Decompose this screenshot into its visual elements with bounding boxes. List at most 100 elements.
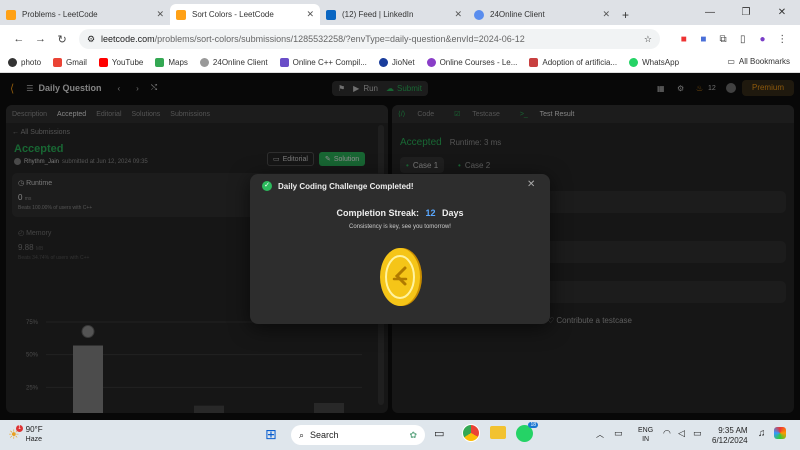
reload-icon[interactable]: ↻	[51, 33, 73, 46]
close-icon[interactable]: ✕	[454, 9, 462, 20]
address-bar[interactable]: ⚙ leetcode.com/problems/sort-colors/subm…	[78, 29, 660, 49]
extension-icon[interactable]: ■	[674, 34, 694, 45]
sun-haze-icon: ☀ 1	[8, 425, 23, 443]
chevron-up-icon[interactable]: ︿	[596, 429, 604, 440]
tab-title: (12) Feed | LinkedIn	[342, 10, 414, 19]
close-icon[interactable]: ✕	[156, 9, 164, 20]
copilot-icon[interactable]	[774, 427, 786, 439]
streak-unit: Days	[442, 208, 464, 218]
check-circle-icon: ✓	[262, 181, 272, 191]
volume-icon[interactable]: ◁	[678, 428, 685, 439]
article-icon	[529, 58, 539, 67]
taskbar-search[interactable]: ⌕ Search ✿	[291, 425, 425, 445]
bookmark-label: Maps	[168, 58, 188, 67]
browser-tab-linkedin[interactable]: (12) Feed | LinkedIn ✕	[320, 4, 468, 25]
chrome-taskbar-icon[interactable]	[462, 424, 480, 442]
new-tab-button[interactable]: +	[616, 4, 636, 25]
github-icon	[8, 58, 17, 67]
network-icon[interactable]: ▭	[614, 428, 623, 439]
bookmark-label: 24Online Client	[212, 58, 268, 67]
side-panel-icon[interactable]: ▯	[733, 34, 753, 45]
modal-message: Consistency is key, see you tomorrow!	[349, 224, 451, 230]
menu-dots-icon[interactable]: ⋮	[772, 34, 792, 45]
linkedin-favicon-icon	[326, 9, 336, 20]
back-icon[interactable]: ←	[8, 33, 30, 45]
close-icon[interactable]: ✕	[306, 9, 314, 20]
file-explorer-icon[interactable]	[490, 426, 506, 439]
close-window-icon[interactable]: ✕	[764, 7, 800, 18]
language-indicator[interactable]: ENG IN	[638, 426, 653, 444]
bookmark-jionet[interactable]: JioNet	[378, 58, 415, 67]
forward-icon[interactable]: →	[30, 33, 52, 45]
bookmarks-bar: photo Gmail YouTube Maps 24Online Client…	[0, 53, 800, 73]
bookmark-24online[interactable]: 24Online Client	[199, 58, 268, 67]
bookmark-youtube[interactable]: YouTube	[98, 58, 144, 67]
browser-toolbar: ← → ↻ ⚙ leetcode.com/problems/sort-color…	[0, 25, 800, 53]
browser-tab-sort-colors[interactable]: Sort Colors - LeetCode ✕	[170, 4, 320, 25]
streak-value: 12	[425, 208, 436, 218]
leetcode-favicon-icon	[176, 9, 186, 20]
windows-taskbar: ☀ 1 90°F Haze ⊞ ⌕ Search ✿ ▭ 18 ︿ ▭ ENG I…	[0, 420, 800, 450]
whatsapp-taskbar-icon[interactable]: 18	[516, 422, 538, 442]
modal-title: Daily Coding Challenge Completed!	[278, 181, 414, 191]
bookmark-photo[interactable]: photo	[8, 58, 41, 67]
maps-pin-icon	[155, 58, 165, 67]
modal-header: ✓ Daily Coding Challenge Completed!	[262, 181, 414, 191]
minimize-icon[interactable]: —	[692, 7, 728, 18]
bookmark-cpp-compiler[interactable]: Online C++ Compil...	[279, 58, 367, 67]
clock[interactable]: 9:35 AM 6/12/2024	[712, 426, 748, 446]
windows-start-icon[interactable]: ⊞	[265, 426, 277, 443]
bookmark-label: photo	[21, 58, 42, 67]
all-bookmarks[interactable]: ▭ All Bookmarks	[727, 57, 790, 66]
extension-icon[interactable]: ■	[694, 34, 714, 45]
weather-widget[interactable]: ☀ 1 90°F Haze	[8, 425, 43, 445]
weather-desc: Haze	[25, 436, 42, 443]
bookmark-whatsapp[interactable]: WhatsApp	[629, 58, 679, 67]
tab-title: Problems - LeetCode	[22, 10, 98, 19]
task-view-icon[interactable]: ▭	[434, 427, 444, 440]
bookmark-maps[interactable]: Maps	[155, 58, 188, 67]
url-path: /problems/sort-colors/submissions/128553…	[154, 34, 525, 44]
search-icon: ⌕	[299, 429, 305, 440]
bookmark-label: Gmail	[66, 58, 87, 67]
close-icon[interactable]: ✕	[602, 9, 610, 20]
tab-title: Sort Colors - LeetCode	[192, 10, 274, 19]
wifi-icon[interactable]: ◠	[663, 428, 671, 439]
clock-time: 9:35 AM	[718, 426, 748, 435]
courses-icon	[426, 58, 436, 67]
clock-date: 6/12/2024	[712, 436, 748, 445]
gmail-icon	[53, 58, 63, 67]
weather-temp: 90°F	[25, 425, 43, 434]
globe-favicon-icon	[474, 9, 484, 20]
bookmark-star-icon[interactable]: ☆	[644, 34, 652, 45]
profile-avatar-icon[interactable]: ●	[753, 34, 773, 45]
whatsapp-icon	[629, 58, 639, 67]
completion-streak: Completion Streak: 12 Days	[250, 208, 550, 218]
bookmark-adoption[interactable]: Adoption of artificia...	[529, 58, 617, 67]
youtube-icon	[98, 58, 108, 67]
bookmark-label: JioNet	[391, 58, 415, 67]
bookmark-online-courses[interactable]: Online Courses - Le...	[426, 58, 517, 67]
battery-icon[interactable]: ▭	[693, 428, 702, 439]
site-info-icon[interactable]: ⚙	[87, 34, 95, 45]
jio-icon	[378, 58, 388, 67]
close-icon[interactable]: ✕	[527, 179, 535, 190]
browser-tab-24online[interactable]: 24Online Client ✕	[468, 4, 616, 25]
extensions-puzzle-icon[interactable]: ⧉	[713, 34, 733, 45]
whatsapp-badge: 18	[528, 422, 538, 428]
restore-icon[interactable]: ❐	[728, 7, 764, 18]
bookmark-label: Online C++ Compil...	[292, 58, 367, 67]
lang-secondary: IN	[642, 436, 650, 443]
lang-primary: ENG	[638, 427, 654, 434]
url-host: leetcode.com	[101, 34, 155, 44]
search-label: Search	[310, 430, 339, 440]
browser-tab-problems[interactable]: Problems - LeetCode ✕	[0, 4, 170, 25]
gold-coin-icon	[380, 248, 422, 306]
daily-challenge-modal: ✓ Daily Coding Challenge Completed! ✕ Co…	[250, 174, 550, 324]
bookmark-label: YouTube	[111, 58, 144, 67]
leetcode-favicon-icon	[6, 9, 16, 20]
browser-tab-strip: Problems - LeetCode ✕ Sort Colors - Leet…	[0, 0, 800, 25]
globe-icon	[199, 58, 209, 67]
bookmark-gmail[interactable]: Gmail	[53, 58, 87, 67]
notification-bell-icon[interactable]: ♫	[758, 428, 766, 439]
